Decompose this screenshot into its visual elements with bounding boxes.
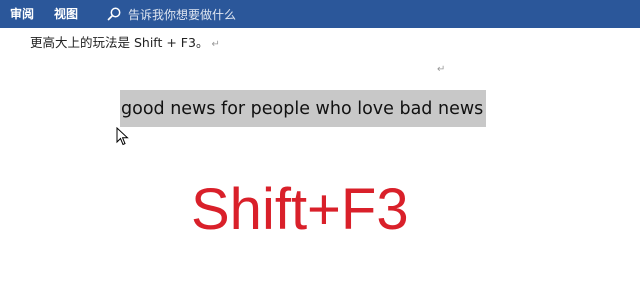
ribbon-bar: 审阅 视图 告诉我你想要做什么 [0, 0, 640, 28]
document-line[interactable]: 更高大上的玩法是 Shift + F3。 ↵ [30, 32, 220, 51]
selected-text-highlight[interactable]: good news for people who love bad news [120, 90, 486, 127]
search-icon [107, 7, 121, 21]
tell-me-search[interactable]: 告诉我你想要做什么 [106, 0, 236, 28]
mouse-pointer-icon [116, 127, 129, 146]
selected-text: good news for people who love bad news [121, 98, 484, 119]
tell-me-placeholder: 告诉我你想要做什么 [128, 7, 237, 22]
shortcut-overlay-text: Shift+F3 [191, 177, 409, 242]
tab-view[interactable]: 视图 [44, 0, 88, 28]
tab-review[interactable]: 审阅 [0, 0, 44, 28]
paragraph-mark-icon: ↵ [437, 64, 446, 75]
document-canvas[interactable]: 更高大上的玩法是 Shift + F3。 ↵ ↵ good news for pe… [0, 28, 640, 308]
paragraph-mark-icon: ↵ [211, 39, 220, 50]
line-text: 更高大上的玩法是 Shift + F3。 [30, 35, 209, 50]
